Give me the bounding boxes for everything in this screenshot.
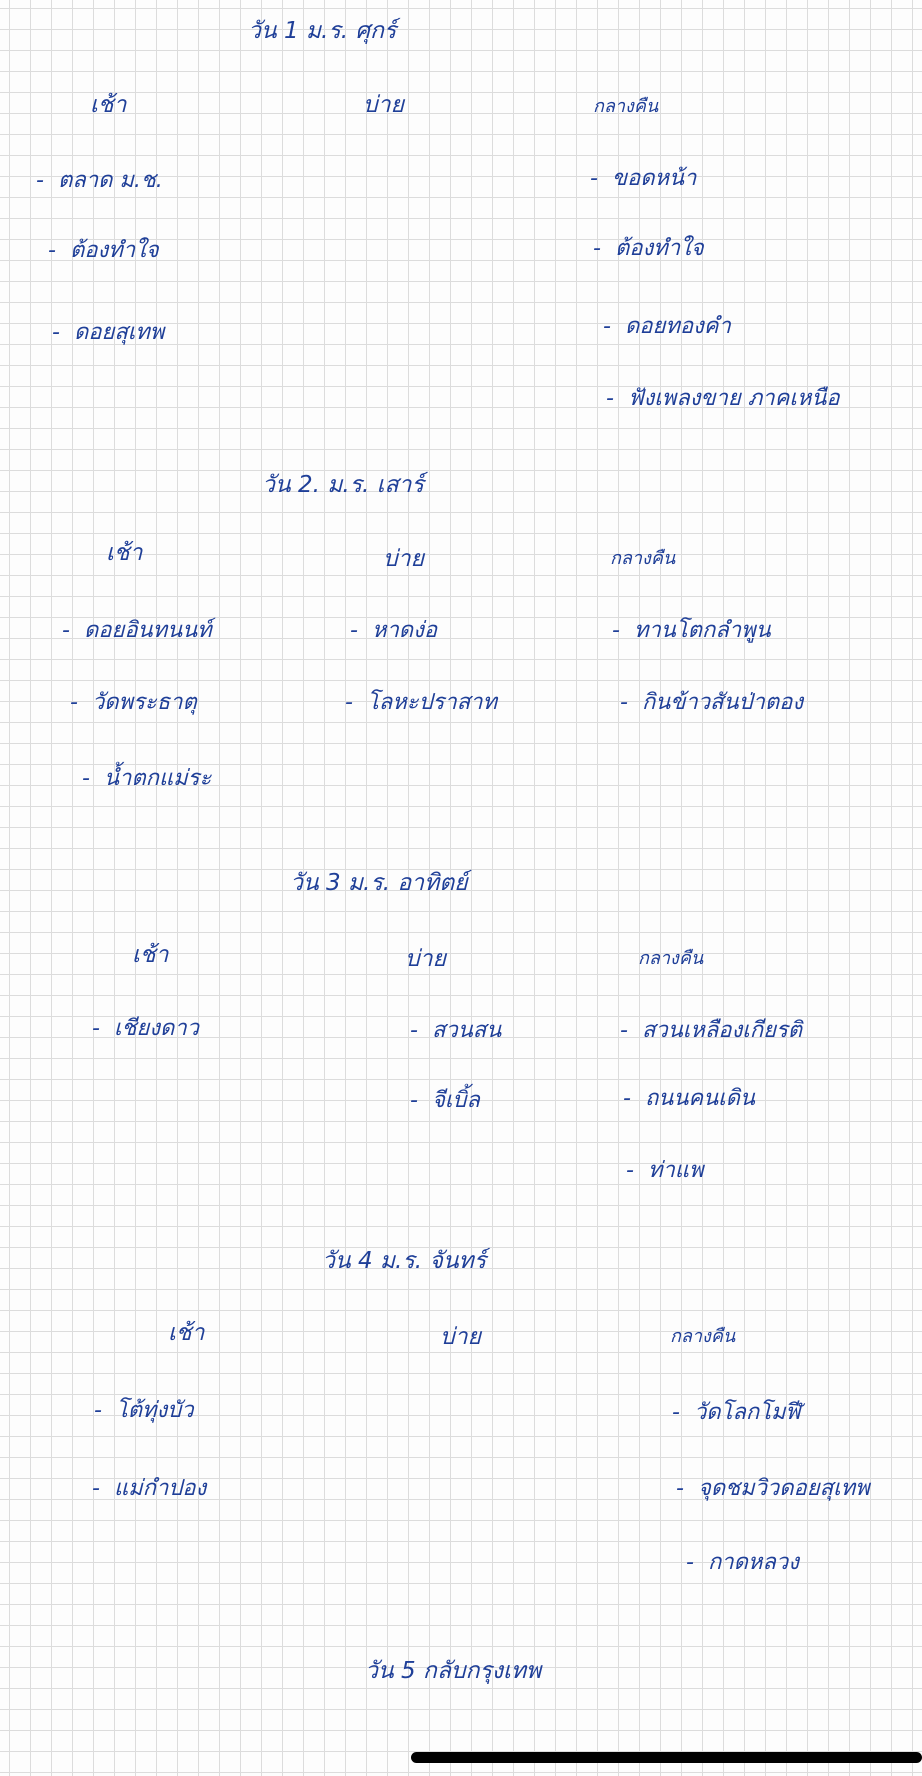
day-3-afternoon-item-2: - จีเบิ้ล <box>410 1088 480 1113</box>
day-3-header-morning: เช้า <box>132 942 169 968</box>
day-1-title: วัน 1 ม.ร. ศุกร์ <box>248 18 397 44</box>
day-2-header-morning: เช้า <box>106 540 143 566</box>
day-3-morning-item-1: - เชียงดาว <box>92 1016 200 1041</box>
day-4-title: วัน 4 ม.ร. จันทร์ <box>322 1248 487 1274</box>
home-indicator[interactable] <box>411 1752 922 1763</box>
day-5-title: วัน 5 กลับกรุงเทพ <box>365 1658 542 1684</box>
day-2-morning-item-2: - วัดพระธาตุ <box>70 690 197 715</box>
day-2-evening-item-1: - ทานโตกลำพูน <box>612 618 771 643</box>
day-3-afternoon-item-1: - สวนสน <box>410 1018 502 1043</box>
day-4-header-afternoon: บ่าย <box>440 1324 481 1350</box>
day-3-title: วัน 3 ม.ร. อาทิตย์ <box>290 870 468 896</box>
day-1-evening-item-3: - ดอยทองคำ <box>603 314 731 339</box>
day-4-evening-item-3: - กาดหลวง <box>686 1550 799 1575</box>
day-2-afternoon-item-1: - หาดง่อ <box>350 618 438 643</box>
day-3-header-evening: กลางคืน <box>638 948 704 969</box>
day-3-header-afternoon: บ่าย <box>405 946 446 972</box>
day-1-morning-item-3: - ดอยสุเทพ <box>52 320 165 345</box>
day-2-header-afternoon: บ่าย <box>383 546 424 572</box>
day-1-header-evening: กลางคืน <box>593 96 659 117</box>
day-3-evening-item-3: - ท่าแพ <box>626 1158 704 1183</box>
day-2-evening-item-2: - กินข้าวสันป่าตอง <box>620 690 804 715</box>
day-4-evening-item-2: - จุดชมวิวดอยสุเทพ <box>676 1476 870 1501</box>
day-4-morning-item-1: - โต้ทุ่งบัว <box>94 1398 194 1423</box>
day-1-morning-item-1: - ตลาด ม.ช. <box>36 168 163 193</box>
day-1-morning-item-2: - ต้องทำใจ <box>48 238 159 263</box>
day-1-header-morning: เช้า <box>90 92 127 118</box>
day-2-morning-item-1: - ดอยอินทนนท์ <box>62 618 212 643</box>
day-2-afternoon-item-2: - โลหะปราสาท <box>345 690 497 715</box>
day-4-header-morning: เช้า <box>168 1320 205 1346</box>
day-3-evening-item-2: - ถนนคนเดิน <box>623 1086 755 1111</box>
day-2-morning-item-3: - น้ำตกแม่ระ <box>82 766 212 791</box>
day-1-evening-item-4: - ฟังเพลงขาย ภาคเหนือ <box>606 386 840 411</box>
day-4-morning-item-2: - แม่กำปอง <box>92 1476 207 1501</box>
day-4-header-evening: กลางคืน <box>670 1326 736 1347</box>
day-1-evening-item-2: - ต้องทำใจ <box>593 236 704 261</box>
day-1-header-afternoon: บ่าย <box>363 92 404 118</box>
day-2-header-evening: กลางคืน <box>610 548 676 569</box>
day-2-title: วัน 2. ม.ร. เสาร์ <box>262 472 424 498</box>
day-4-evening-item-1: - วัดโลกโมฬี <box>672 1400 801 1425</box>
day-1-evening-item-1: - ขอดหน้า <box>590 166 697 191</box>
day-3-evening-item-1: - สวนเหลืองเกียรติ <box>620 1018 803 1043</box>
